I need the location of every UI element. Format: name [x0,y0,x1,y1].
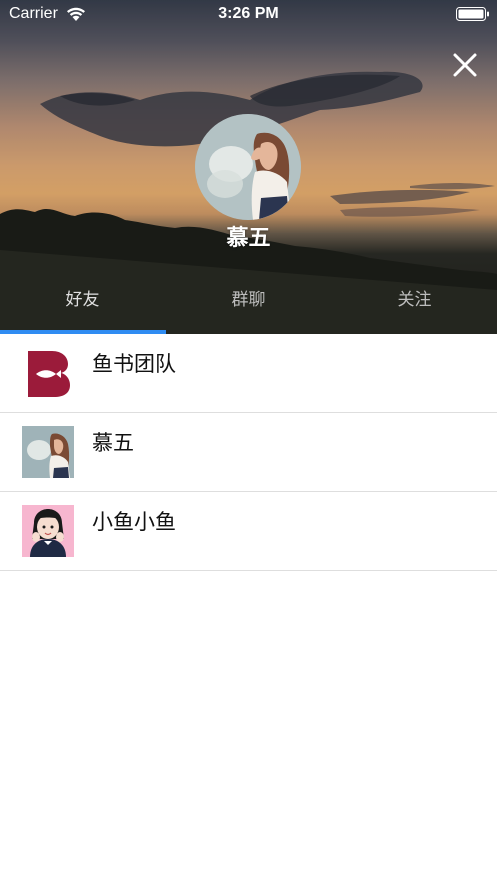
contact-name: 小鱼小鱼 [92,510,176,534]
tab-following[interactable]: 关注 [332,272,497,330]
list-item[interactable]: 小鱼小鱼 [0,492,497,571]
contact-avatar [22,505,74,557]
list-item[interactable]: 鱼书团队 [0,334,497,413]
contact-avatar [22,426,74,478]
list-item[interactable]: 慕五 [0,413,497,492]
tab-bar: 好友 群聊 关注 [0,272,497,334]
tab-group-chats[interactable]: 群聊 [166,272,331,330]
contact-name: 慕五 [92,431,134,455]
clock-label: 3:26 PM [218,5,279,22]
booksfish-logo-icon [22,347,74,399]
tab-friends[interactable]: 好友 [0,272,165,330]
avatar-photo [195,114,301,220]
battery-icon [456,7,489,21]
contact-name: 鱼书团队 [92,352,176,376]
profile-screen: Carrier 3:26 PM 慕五 好友 群聊 关注 鱼书团队 慕五 小鱼小鱼 [0,0,497,883]
profile-header: Carrier 3:26 PM 慕五 好友 群聊 关注 [0,0,497,334]
profile-avatar[interactable] [195,114,301,220]
status-bar: Carrier 3:26 PM [0,0,497,30]
profile-name: 慕五 [226,226,271,251]
close-icon[interactable] [448,48,482,82]
contact-list: 鱼书团队 慕五 小鱼小鱼 [0,334,497,571]
